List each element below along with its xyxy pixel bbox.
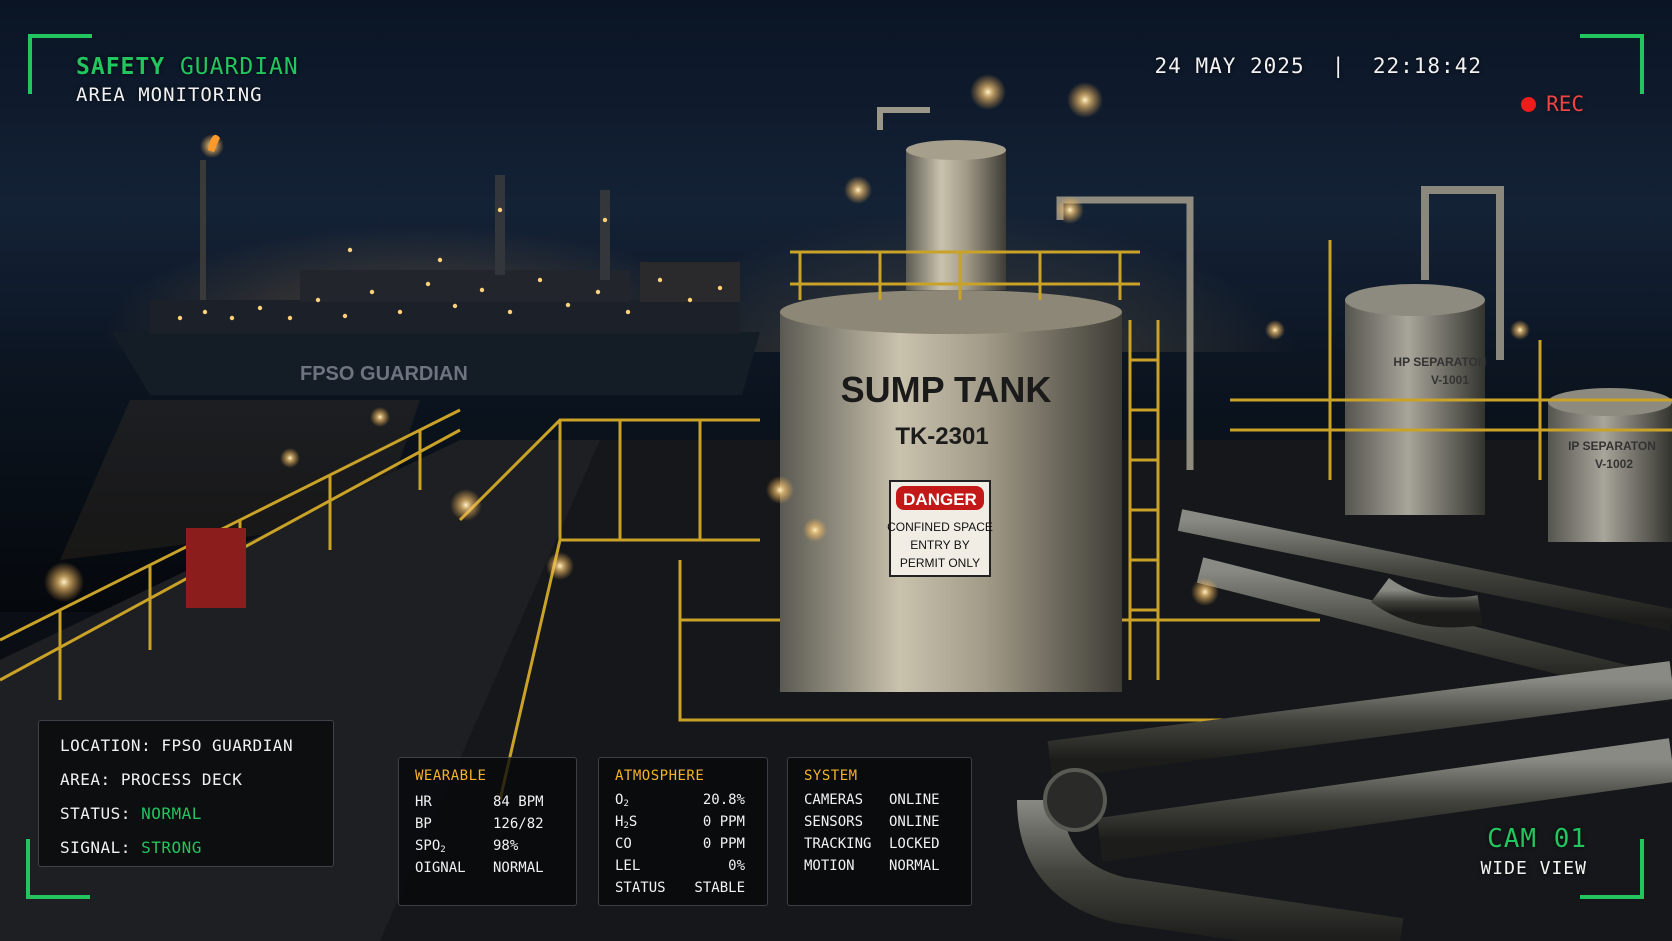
motion-value: NORMAL <box>889 858 940 874</box>
h2s-text-2: S <box>628 814 638 830</box>
h2s-value: 0 PPM <box>702 814 745 830</box>
hp-separator-name: HP SEPARATON <box>1393 355 1486 369</box>
fpso-vessel: FPSO GUARDIAN <box>112 134 760 395</box>
co-label: CO <box>615 836 632 852</box>
motion-label: MOTION <box>804 858 855 874</box>
atmosphere-title: ATMOSPHERE <box>615 768 705 784</box>
status-row: STATUS: NORMAL <box>60 804 202 823</box>
lp-separator-name: IP SEPARATON <box>1568 439 1656 453</box>
date-time-separator: | <box>1318 54 1360 78</box>
atmosphere-status-value: STABLE <box>694 880 745 896</box>
camera-view: WIDE VIEW <box>1480 858 1587 879</box>
co-value: 0 PPM <box>702 836 745 852</box>
tracking-value: LOCKED <box>889 836 940 852</box>
record-dot-icon <box>1521 96 1537 112</box>
o2-label: O2 <box>615 792 629 809</box>
app-brand: SAFETY GUARDIAN <box>76 54 299 80</box>
spo2-text: SPO <box>415 838 441 854</box>
sump-tank: SUMP TANK TK-2301 DANGER CONFINED SPACE … <box>780 107 1194 692</box>
bp-value: 126/82 <box>493 816 544 832</box>
lel-label: LEL <box>615 858 641 874</box>
sensors-label: SENSORS <box>804 814 864 830</box>
time-text: 22:18:42 <box>1372 54 1482 78</box>
location-value: FPSO GUARDIAN <box>161 736 294 755</box>
area-label: AREA: <box>60 770 111 789</box>
hp-separator: HP SEPARATON V-1001 <box>1345 186 1504 515</box>
wearable-panel: WEARABLE HR 84 BPM BP 126/82 SPO2 98% OI… <box>398 757 577 906</box>
hp-separator-id: V-1001 <box>1431 373 1469 387</box>
system-panel: SYSTEM CAMERAS ONLINE SENSORS ONLINE TRA… <box>787 757 972 906</box>
sensors-value: ONLINE <box>889 814 940 830</box>
spo2-label: SPO2 <box>415 838 446 855</box>
brand-word-2: GUARDIAN <box>179 54 299 80</box>
danger-line-2: ENTRY BY <box>910 538 970 552</box>
location-row: LOCATION: FPSO GUARDIAN <box>60 736 293 755</box>
camera-id: CAM 01 <box>1487 824 1587 854</box>
signal-label: SIGNAL: <box>60 838 131 857</box>
danger-line-3: PERMIT ONLY <box>900 556 980 570</box>
atmosphere-status-label: STATUS <box>615 880 666 896</box>
spo2-value: 98% <box>493 838 519 854</box>
wearable-signal-value: NORMAL <box>493 860 544 876</box>
bp-label: BP <box>415 816 432 832</box>
location-panel: LOCATION: FPSO GUARDIAN AREA: PROCESS DE… <box>38 720 334 867</box>
tank-name: SUMP TANK <box>841 369 1052 410</box>
tracking-label: TRACKING <box>804 836 872 852</box>
o2-subscript: 2 <box>623 799 629 809</box>
camera-feed: FPSO GUARDIAN SUMP TANK TK-2301 DANGER C… <box>0 0 1672 941</box>
atmosphere-panel: ATMOSPHERE O2 20.8% H2S 0 PPM CO 0 PPM L… <box>598 757 768 906</box>
timestamp: 24 MAY 2025 | 22:18:42 <box>1155 54 1482 78</box>
lp-separator-id: V-1002 <box>1595 457 1633 471</box>
cameras-value: ONLINE <box>889 792 940 808</box>
wearable-signal-label: OIGNAL <box>415 860 466 876</box>
danger-title: DANGER <box>903 490 977 509</box>
brand-word-1: SAFETY <box>76 54 166 80</box>
recording-indicator: REC <box>1521 92 1584 116</box>
o2-value: 20.8% <box>702 792 745 808</box>
hr-label: HR <box>415 794 432 810</box>
hr-value: 84 BPM <box>493 794 544 810</box>
rec-label: REC <box>1546 92 1584 116</box>
system-title: SYSTEM <box>804 768 858 784</box>
lel-value: 0% <box>728 858 745 874</box>
spo2-subscript: 2 <box>440 845 446 855</box>
tank-id: TK-2301 <box>895 423 988 450</box>
red-cabinet <box>186 528 246 608</box>
location-label: LOCATION: <box>60 736 152 755</box>
wearable-title: WEARABLE <box>415 768 487 784</box>
frame-corner-bottom-right <box>1580 839 1644 899</box>
status-value: NORMAL <box>141 804 202 823</box>
danger-line-1: CONFINED SPACE <box>887 520 993 534</box>
h2s-label: H2S <box>615 814 637 831</box>
frame-corner-top-right <box>1580 34 1644 94</box>
signal-value: STRONG <box>141 838 202 857</box>
status-label: STATUS: <box>60 804 131 823</box>
page-subtitle: AREA MONITORING <box>76 84 263 106</box>
cameras-label: CAMERAS <box>804 792 864 808</box>
date-text: 24 MAY 2025 <box>1154 54 1305 78</box>
area-row: AREA: PROCESS DECK <box>60 770 242 789</box>
camera-label: CAM 01 WIDE VIEW <box>1480 824 1587 879</box>
lp-separator: IP SEPARATON V-1002 <box>1548 388 1672 542</box>
area-value: PROCESS DECK <box>120 770 243 789</box>
danger-sign: DANGER CONFINED SPACE ENTRY BY PERMIT ON… <box>887 480 993 577</box>
vessel-name: FPSO GUARDIAN <box>300 363 468 385</box>
signal-row: SIGNAL: STRONG <box>60 838 202 857</box>
